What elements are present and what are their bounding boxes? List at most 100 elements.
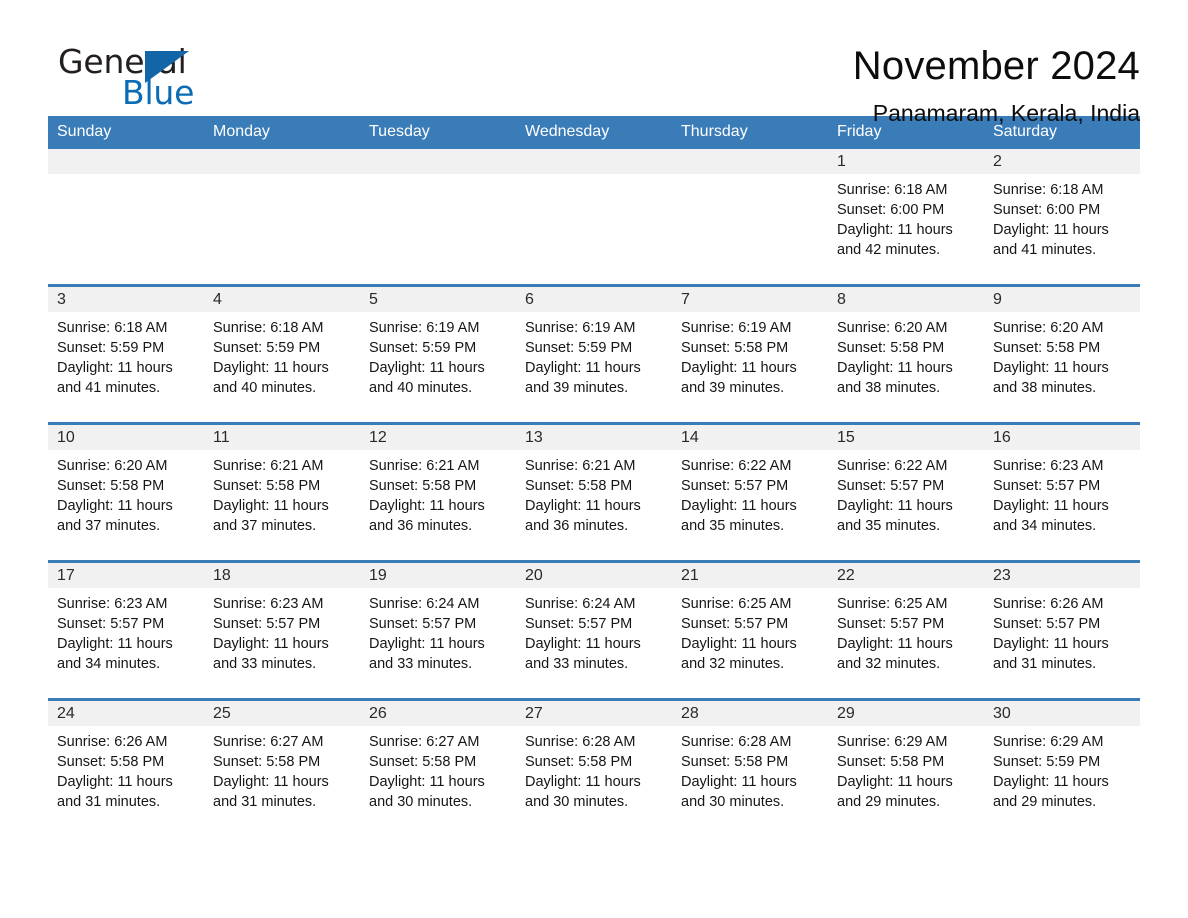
day-cell[interactable] xyxy=(360,149,516,284)
generalblue-logo[interactable]: General Blue xyxy=(48,42,248,116)
sunrise-text: Sunrise: 6:18 AM xyxy=(57,320,168,336)
sunset-text: Sunset: 5:57 PM xyxy=(681,478,789,494)
daylight-text: Daylight: 11 hours and 30 minutes. xyxy=(681,774,797,810)
day-number: 26 xyxy=(369,705,387,722)
daylight-text: Daylight: 11 hours and 34 minutes. xyxy=(57,636,173,672)
day-info: Sunrise: 6:20 AM Sunset: 5:58 PM Daylight:… xyxy=(837,318,975,398)
day-cell[interactable]: 29 Sunrise: 6:29 AM Sunset: 5:58 PM Dayligh… xyxy=(828,701,984,825)
day-number: 22 xyxy=(837,567,855,584)
day-info: Sunrise: 6:20 AM Sunset: 5:58 PM Daylight:… xyxy=(57,456,195,536)
sunset-text: Sunset: 5:58 PM xyxy=(525,478,633,494)
day-cell[interactable] xyxy=(672,149,828,284)
day-cell[interactable]: 17 Sunrise: 6:23 AM Sunset: 5:57 PM Dayligh… xyxy=(48,563,204,698)
day-number: 7 xyxy=(681,291,690,308)
daylight-text: Daylight: 11 hours and 40 minutes. xyxy=(369,360,485,396)
day-cell[interactable]: 15 Sunrise: 6:22 AM Sunset: 5:57 PM Dayligh… xyxy=(828,425,984,560)
day-cell[interactable]: 11 Sunrise: 6:21 AM Sunset: 5:58 PM Dayligh… xyxy=(204,425,360,560)
sunrise-text: Sunrise: 6:27 AM xyxy=(369,734,480,750)
day-info: Sunrise: 6:19 AM Sunset: 5:59 PM Daylight:… xyxy=(369,318,507,398)
day-cell[interactable]: 24 Sunrise: 6:26 AM Sunset: 5:58 PM Dayligh… xyxy=(48,701,204,825)
sunset-text: Sunset: 5:58 PM xyxy=(837,754,945,770)
sunrise-text: Sunrise: 6:21 AM xyxy=(525,458,636,474)
day-cell[interactable]: 21 Sunrise: 6:25 AM Sunset: 5:57 PM Dayligh… xyxy=(672,563,828,698)
day-info: Sunrise: 6:19 AM Sunset: 5:58 PM Daylight:… xyxy=(681,318,819,398)
sunrise-text: Sunrise: 6:21 AM xyxy=(369,458,480,474)
day-info: Sunrise: 6:22 AM Sunset: 5:57 PM Daylight:… xyxy=(681,456,819,536)
day-cell[interactable]: 26 Sunrise: 6:27 AM Sunset: 5:58 PM Dayligh… xyxy=(360,701,516,825)
sunset-text: Sunset: 5:57 PM xyxy=(993,478,1101,494)
day-info: Sunrise: 6:23 AM Sunset: 5:57 PM Daylight:… xyxy=(213,594,351,674)
day-cell[interactable]: 5 Sunrise: 6:19 AM Sunset: 5:59 PM Daylight… xyxy=(360,287,516,422)
sunrise-text: Sunrise: 6:27 AM xyxy=(213,734,324,750)
day-cell[interactable]: 18 Sunrise: 6:23 AM Sunset: 5:57 PM Dayligh… xyxy=(204,563,360,698)
day-cell[interactable]: 9 Sunrise: 6:20 AM Sunset: 5:58 PM Daylight… xyxy=(984,287,1140,422)
day-number: 11 xyxy=(213,429,230,446)
day-cell[interactable]: 12 Sunrise: 6:21 AM Sunset: 5:58 PM Dayligh… xyxy=(360,425,516,560)
day-info: Sunrise: 6:26 AM Sunset: 5:57 PM Daylight:… xyxy=(993,594,1131,674)
day-info: Sunrise: 6:18 AM Sunset: 6:00 PM Daylight:… xyxy=(837,180,975,260)
week-row: 10 Sunrise: 6:20 AM Sunset: 5:58 PM Dayligh… xyxy=(48,422,1140,560)
day-cell[interactable]: 30 Sunrise: 6:29 AM Sunset: 5:59 PM Dayligh… xyxy=(984,701,1140,825)
weekday-header-sunday: Sunday xyxy=(57,123,112,140)
weekday-header-tuesday: Tuesday xyxy=(369,123,430,140)
day-cell[interactable]: 2 Sunrise: 6:18 AM Sunset: 6:00 PM Daylight… xyxy=(984,149,1140,284)
day-cell[interactable]: 22 Sunrise: 6:25 AM Sunset: 5:57 PM Dayligh… xyxy=(828,563,984,698)
sunset-text: Sunset: 5:58 PM xyxy=(525,754,633,770)
day-number xyxy=(681,149,819,174)
day-number: 21 xyxy=(681,567,699,584)
day-cell[interactable]: 27 Sunrise: 6:28 AM Sunset: 5:58 PM Dayligh… xyxy=(516,701,672,825)
day-cell[interactable]: 23 Sunrise: 6:26 AM Sunset: 5:57 PM Dayligh… xyxy=(984,563,1140,698)
sunset-text: Sunset: 5:58 PM xyxy=(993,340,1101,356)
sunset-text: Sunset: 5:58 PM xyxy=(681,754,789,770)
day-cell[interactable]: 7 Sunrise: 6:19 AM Sunset: 5:58 PM Daylight… xyxy=(672,287,828,422)
day-number: 6 xyxy=(525,291,534,308)
day-number xyxy=(213,149,351,174)
day-info: Sunrise: 6:25 AM Sunset: 5:57 PM Daylight:… xyxy=(681,594,819,674)
day-cell[interactable]: 8 Sunrise: 6:20 AM Sunset: 5:58 PM Daylight… xyxy=(828,287,984,422)
sunset-text: Sunset: 5:57 PM xyxy=(837,616,945,632)
day-cell[interactable] xyxy=(516,149,672,284)
page-title: November 2024 xyxy=(852,44,1140,88)
day-cell[interactable] xyxy=(48,149,204,284)
day-cell[interactable]: 13 Sunrise: 6:21 AM Sunset: 5:58 PM Dayligh… xyxy=(516,425,672,560)
day-cell[interactable]: 3 Sunrise: 6:18 AM Sunset: 5:59 PM Daylight… xyxy=(48,287,204,422)
weekday-header-thursday: Thursday xyxy=(681,123,748,140)
daylight-text: Daylight: 11 hours and 35 minutes. xyxy=(681,498,797,534)
sunset-text: Sunset: 5:57 PM xyxy=(837,478,945,494)
day-cell[interactable]: 4 Sunrise: 6:18 AM Sunset: 5:59 PM Daylight… xyxy=(204,287,360,422)
sunset-text: Sunset: 5:58 PM xyxy=(57,754,165,770)
daylight-text: Daylight: 11 hours and 41 minutes. xyxy=(57,360,173,396)
day-cell[interactable]: 14 Sunrise: 6:22 AM Sunset: 5:57 PM Dayligh… xyxy=(672,425,828,560)
weekday-header-friday: Friday xyxy=(837,123,882,140)
daylight-text: Daylight: 11 hours and 39 minutes. xyxy=(681,360,797,396)
day-cell[interactable]: 1 Sunrise: 6:18 AM Sunset: 6:00 PM Daylight… xyxy=(828,149,984,284)
day-number: 27 xyxy=(525,705,543,722)
daylight-text: Daylight: 11 hours and 31 minutes. xyxy=(993,636,1109,672)
day-cell[interactable]: 28 Sunrise: 6:28 AM Sunset: 5:58 PM Dayligh… xyxy=(672,701,828,825)
day-cell[interactable]: 10 Sunrise: 6:20 AM Sunset: 5:58 PM Dayligh… xyxy=(48,425,204,560)
sunset-text: Sunset: 5:57 PM xyxy=(681,616,789,632)
day-cell[interactable]: 6 Sunrise: 6:19 AM Sunset: 5:59 PM Daylight… xyxy=(516,287,672,422)
day-cell[interactable] xyxy=(204,149,360,284)
day-cell[interactable]: 20 Sunrise: 6:24 AM Sunset: 5:57 PM Dayligh… xyxy=(516,563,672,698)
weekday-header-row: Sunday Monday Tuesday Wednesday Thursday… xyxy=(48,116,1140,149)
sunrise-text: Sunrise: 6:20 AM xyxy=(993,320,1104,336)
calendar-page: General Blue November 2024 Panamaram, Ke… xyxy=(0,0,1188,918)
day-cell[interactable]: 16 Sunrise: 6:23 AM Sunset: 5:57 PM Dayligh… xyxy=(984,425,1140,560)
day-number: 8 xyxy=(837,291,846,308)
week-row: 17 Sunrise: 6:23 AM Sunset: 5:57 PM Dayligh… xyxy=(48,560,1140,698)
daylight-text: Daylight: 11 hours and 31 minutes. xyxy=(57,774,173,810)
daylight-text: Daylight: 11 hours and 29 minutes. xyxy=(837,774,953,810)
sunset-text: Sunset: 5:59 PM xyxy=(993,754,1101,770)
sunrise-text: Sunrise: 6:22 AM xyxy=(837,458,948,474)
sunset-text: Sunset: 5:58 PM xyxy=(213,754,321,770)
daylight-text: Daylight: 11 hours and 38 minutes. xyxy=(993,360,1109,396)
daylight-text: Daylight: 11 hours and 33 minutes. xyxy=(369,636,485,672)
title-block: November 2024 Panamaram, Kerala, India xyxy=(248,42,1140,127)
daylight-text: Daylight: 11 hours and 42 minutes. xyxy=(837,222,953,258)
day-cell[interactable]: 25 Sunrise: 6:27 AM Sunset: 5:58 PM Dayligh… xyxy=(204,701,360,825)
day-number: 14 xyxy=(681,429,699,446)
sunrise-text: Sunrise: 6:18 AM xyxy=(837,182,948,198)
day-info: Sunrise: 6:23 AM Sunset: 5:57 PM Daylight:… xyxy=(57,594,195,674)
day-cell[interactable]: 19 Sunrise: 6:24 AM Sunset: 5:57 PM Dayligh… xyxy=(360,563,516,698)
